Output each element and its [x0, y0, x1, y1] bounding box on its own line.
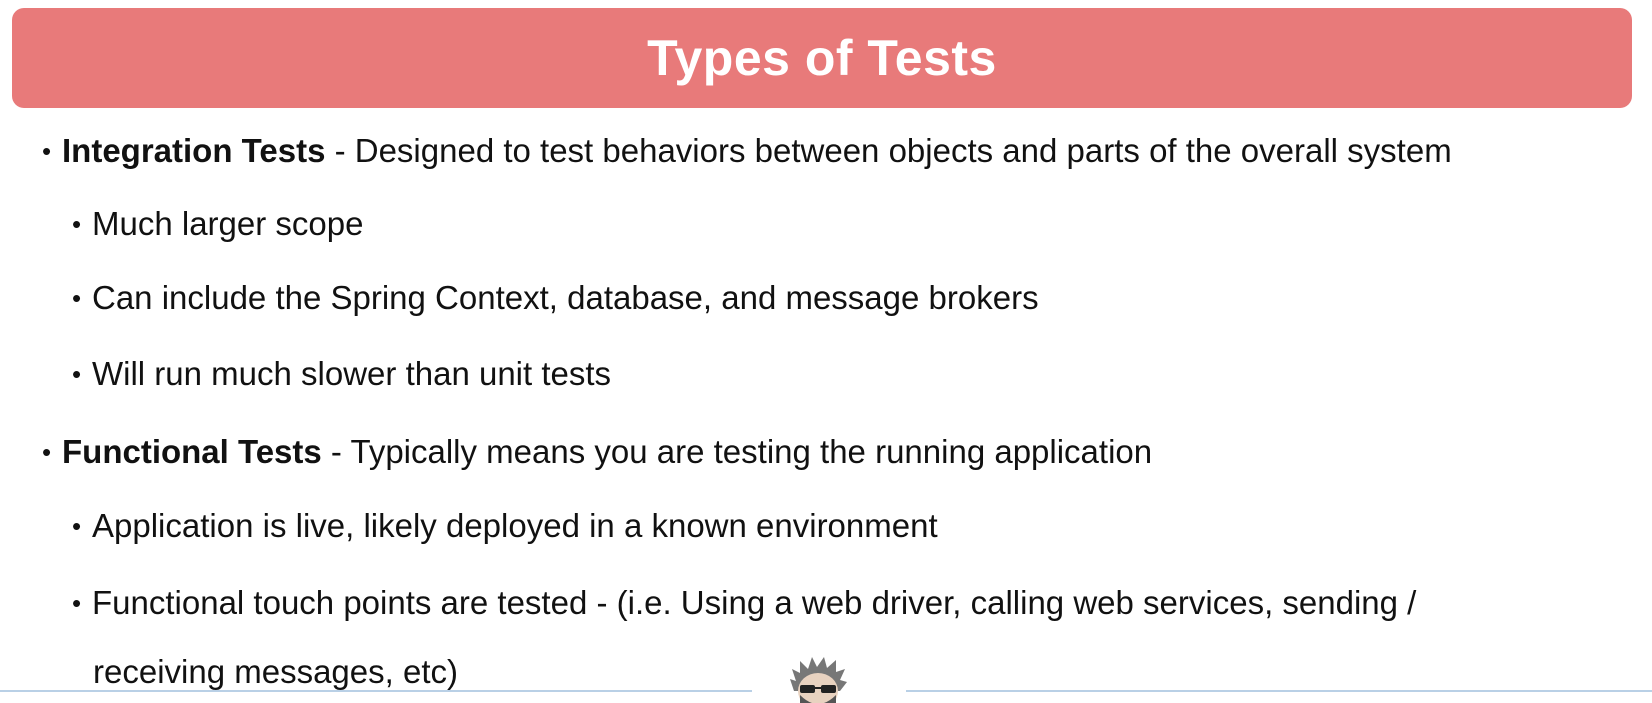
bullet-dot: •: [72, 359, 82, 389]
sub-bullet-text: Can include the Spring Context, database…: [92, 279, 1039, 316]
bullet-term: Integration Tests: [62, 132, 326, 169]
sub-bullet: • Will run much slower than unit tests: [72, 354, 611, 394]
sub-bullet: • Much larger scope: [72, 204, 363, 244]
bullet-dot: •: [72, 283, 82, 313]
bullet-integration-tests: • Integration Tests - Designed to test be…: [42, 131, 1452, 171]
bearded-head-logo-icon: [782, 651, 854, 703]
bullet-term: Functional Tests: [62, 433, 322, 470]
bullet-dot: •: [72, 588, 82, 618]
bullet-dot: •: [72, 511, 82, 541]
continuation-text: receiving messages, etc): [93, 653, 458, 690]
footer-line-left: [0, 690, 752, 692]
sub-bullet: • Can include the Spring Context, databas…: [72, 278, 1039, 318]
sub-bullet-text: Functional touch points are tested - (i.…: [92, 584, 1417, 621]
bullet-dot: •: [42, 437, 52, 467]
sub-bullet-text: Application is live, likely deployed in …: [92, 507, 938, 544]
sub-bullet: • Application is live, likely deployed in…: [72, 506, 938, 546]
sub-bullet-continuation: receiving messages, etc): [93, 652, 458, 692]
bullet-dot: •: [42, 136, 52, 166]
footer-line-right: [906, 690, 1652, 692]
bullet-dot: •: [72, 209, 82, 239]
bullet-text: - Typically means you are testing the ru…: [321, 433, 1153, 470]
sub-bullet: • Functional touch points are tested - (i…: [72, 583, 1416, 623]
bullet-functional-tests: • Functional Tests - Typically means you …: [42, 432, 1152, 472]
sub-bullet-text: Much larger scope: [92, 205, 364, 242]
bullet-text: - Designed to test behaviors between obj…: [325, 132, 1452, 169]
slide-title: Types of Tests: [647, 30, 997, 86]
sub-bullet-text: Will run much slower than unit tests: [92, 355, 612, 392]
slide-title-bar: Types of Tests: [12, 8, 1632, 108]
